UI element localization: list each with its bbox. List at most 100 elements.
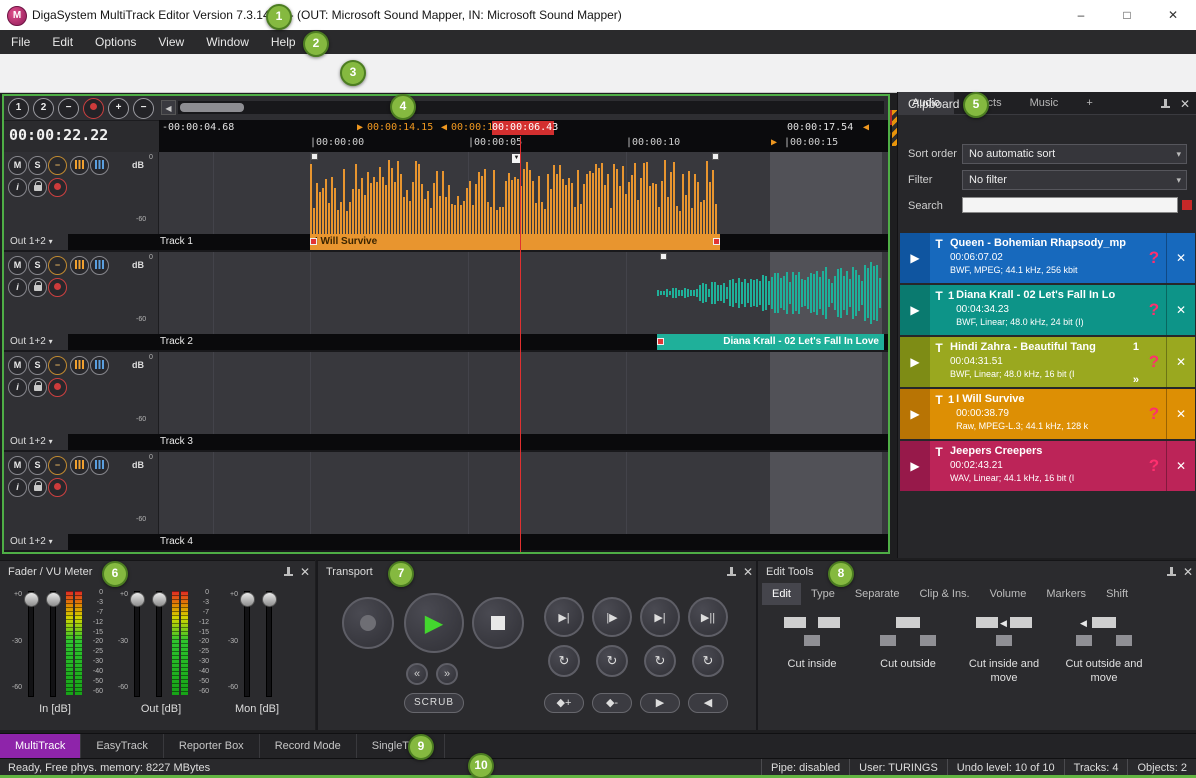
clip-handle[interactable] bbox=[660, 253, 667, 260]
close-panel-icon[interactable]: ✕ bbox=[300, 565, 310, 579]
track-view-2-button[interactable]: 2 bbox=[33, 98, 54, 119]
cut-outside-button[interactable]: Cut outside bbox=[862, 611, 954, 723]
clipboard-item[interactable]: ▶ T Jeepers Creepers 00:02:43.21 WAV, Li… bbox=[900, 441, 1195, 491]
fader-knob[interactable] bbox=[130, 592, 145, 607]
info-button[interactable]: i bbox=[8, 378, 27, 397]
pin-icon[interactable] bbox=[283, 566, 294, 578]
remove-clip-button[interactable]: ✕ bbox=[1166, 441, 1195, 491]
next-marker-button[interactable]: ▶ bbox=[640, 693, 680, 713]
in-fader-right[interactable] bbox=[50, 591, 56, 697]
clip-handle[interactable] bbox=[311, 153, 318, 160]
pin-icon[interactable] bbox=[1160, 98, 1171, 110]
unknown-status-icon[interactable]: ? bbox=[1142, 441, 1166, 491]
lock-button[interactable] bbox=[28, 278, 47, 297]
record-arm-button[interactable] bbox=[48, 178, 67, 197]
menu-help[interactable]: Help bbox=[260, 30, 307, 54]
solo-button[interactable]: S bbox=[28, 256, 47, 275]
track-lane[interactable] bbox=[159, 352, 888, 434]
clipboard-item[interactable]: ▶ T 1 I Will Survive 00:00:38.79 Raw, MP… bbox=[900, 389, 1195, 439]
unknown-status-icon[interactable]: ? bbox=[1142, 389, 1166, 439]
timeline-ruler[interactable]: -00:00:04.68 ▶ 00:00:14.15 ◀ 00:00:17.20… bbox=[159, 120, 888, 152]
play-to-mark-button[interactable]: ▶| bbox=[640, 597, 680, 637]
tab-edit[interactable]: Edit bbox=[762, 583, 801, 605]
minimize-button[interactable]: – bbox=[1058, 0, 1104, 30]
in-fader-left[interactable] bbox=[28, 591, 34, 697]
close-panel-icon[interactable]: ✕ bbox=[743, 565, 753, 579]
tab-markers[interactable]: Markers bbox=[1036, 583, 1096, 605]
clip-title-bar[interactable]: I Will Survive bbox=[310, 234, 720, 250]
record-button[interactable] bbox=[342, 597, 394, 649]
meter-orange-button[interactable] bbox=[70, 256, 89, 275]
audio-clip[interactable]: ▼ bbox=[310, 152, 720, 234]
record-arm-button[interactable] bbox=[48, 478, 67, 497]
output-route[interactable]: Out 1+2 ▾ bbox=[10, 234, 53, 250]
monitor-off-button[interactable]: − bbox=[48, 156, 67, 175]
monitor-off-button[interactable]: − bbox=[48, 356, 67, 375]
zoom-out-button[interactable]: − bbox=[133, 98, 154, 119]
unknown-status-icon[interactable]: ? bbox=[1142, 285, 1166, 335]
forward-button[interactable]: » bbox=[436, 663, 458, 685]
clip-title-bar[interactable]: Diana Krall - 02 Let's Fall In Love bbox=[657, 334, 884, 350]
mute-button[interactable]: M bbox=[8, 356, 27, 375]
play-clip-button[interactable]: ▶ bbox=[900, 337, 930, 387]
track-name-bar[interactable]: Track 4 bbox=[68, 534, 888, 550]
close-panel-icon[interactable]: ✕ bbox=[1180, 97, 1190, 111]
meter-orange-button[interactable] bbox=[70, 456, 89, 475]
remove-clip-button[interactable]: ✕ bbox=[1166, 389, 1195, 439]
scrollbar-thumb[interactable] bbox=[180, 103, 244, 112]
tab-volume[interactable]: Volume bbox=[980, 583, 1037, 605]
audio-clip[interactable] bbox=[657, 252, 884, 334]
maximize-button[interactable]: □ bbox=[1104, 0, 1150, 30]
add-marker-button[interactable]: ◆+ bbox=[544, 693, 584, 713]
tab-record-mode[interactable]: Record Mode bbox=[260, 734, 357, 759]
remove-clip-button[interactable]: ✕ bbox=[1166, 337, 1195, 387]
play-clip-button[interactable]: ▶ bbox=[900, 233, 930, 283]
meter-blue-button[interactable] bbox=[90, 356, 109, 375]
pin-icon[interactable] bbox=[726, 566, 737, 578]
sort-order-select[interactable]: No automatic sort▾ bbox=[962, 144, 1187, 164]
clipboard-item[interactable]: ▶ T Queen - Bohemian Rhapsody_mp 00:06:0… bbox=[900, 233, 1195, 283]
out-fader-left[interactable] bbox=[134, 591, 140, 697]
menu-window[interactable]: Window bbox=[195, 30, 260, 54]
record-arm-button[interactable] bbox=[48, 378, 67, 397]
mute-button[interactable]: M bbox=[8, 156, 27, 175]
remove-marker-button[interactable]: ◆- bbox=[592, 693, 632, 713]
loop-button[interactable]: ↻ bbox=[692, 645, 724, 677]
play-clip-button[interactable]: ▶ bbox=[900, 285, 930, 335]
clip-trim-handle[interactable] bbox=[310, 238, 317, 245]
mon-fader-right[interactable] bbox=[266, 591, 272, 697]
tab-multitrack[interactable]: MultiTrack bbox=[0, 734, 81, 759]
unknown-status-icon[interactable]: ? bbox=[1142, 233, 1166, 283]
loop-button[interactable]: ↻ bbox=[548, 645, 580, 677]
menu-options[interactable]: Options bbox=[84, 30, 147, 54]
lock-button[interactable] bbox=[28, 478, 47, 497]
cut-inside-and-move-button[interactable]: ◀ Cut inside and move bbox=[958, 611, 1050, 723]
tab-clip-ins[interactable]: Clip & Ins. bbox=[909, 583, 979, 605]
timeline-scrollbar[interactable] bbox=[178, 101, 884, 114]
loop-button[interactable]: ↻ bbox=[644, 645, 676, 677]
info-button[interactable]: i bbox=[8, 278, 27, 297]
search-clear-button[interactable] bbox=[1182, 200, 1192, 210]
tab-easytrack[interactable]: EasyTrack bbox=[81, 734, 164, 759]
lock-button[interactable] bbox=[28, 178, 47, 197]
solo-button[interactable]: S bbox=[28, 456, 47, 475]
close-button[interactable]: ✕ bbox=[1150, 0, 1196, 30]
tab-reporter-box[interactable]: Reporter Box bbox=[164, 734, 260, 759]
menu-file[interactable]: File bbox=[0, 30, 41, 54]
scroll-left-button[interactable]: ◀ bbox=[161, 100, 176, 115]
filter-select[interactable]: No filter▾ bbox=[962, 170, 1187, 190]
track-lane[interactable] bbox=[159, 252, 888, 334]
solo-button[interactable]: S bbox=[28, 156, 47, 175]
remove-clip-button[interactable]: ✕ bbox=[1166, 285, 1195, 335]
fader-knob[interactable] bbox=[240, 592, 255, 607]
meter-orange-button[interactable] bbox=[70, 156, 89, 175]
play-clip-button[interactable]: ▶ bbox=[900, 389, 930, 439]
track-lane[interactable]: ▼ bbox=[159, 152, 888, 234]
meter-blue-button[interactable] bbox=[90, 456, 109, 475]
search-input[interactable] bbox=[962, 197, 1178, 213]
stop-button[interactable] bbox=[472, 597, 524, 649]
meter-orange-button[interactable] bbox=[70, 356, 89, 375]
fader-knob[interactable] bbox=[46, 592, 61, 607]
track-name-bar[interactable]: Track 3 bbox=[68, 434, 888, 450]
unknown-status-icon[interactable]: ? bbox=[1142, 337, 1166, 387]
